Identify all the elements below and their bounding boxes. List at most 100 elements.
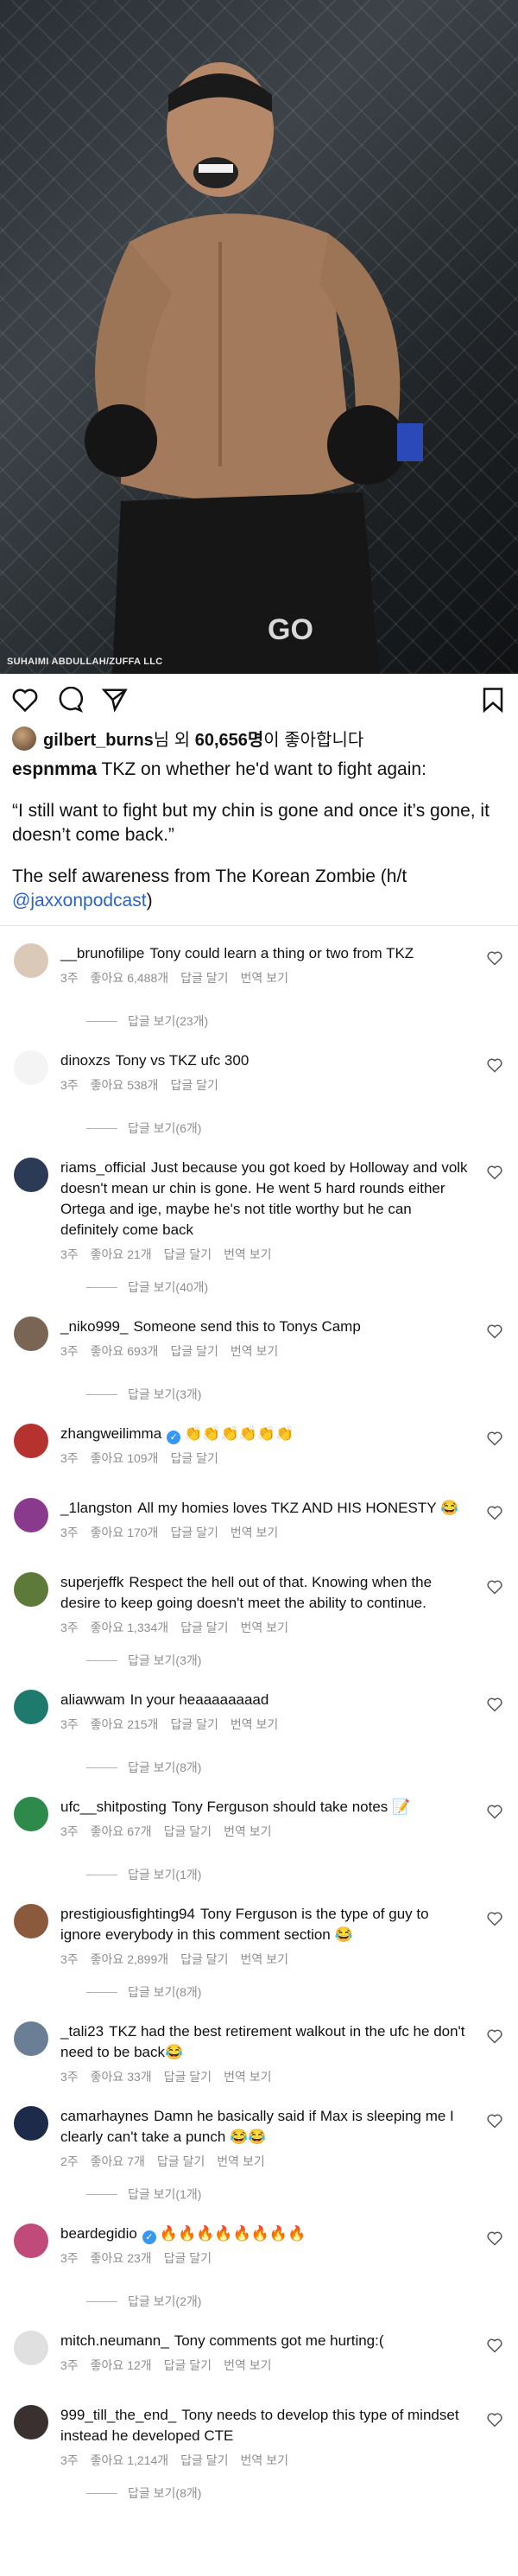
comment-likes[interactable]: 좋아요 109개 bbox=[91, 1450, 159, 1467]
reply-button[interactable]: 답글 달기 bbox=[164, 2357, 212, 2374]
comment-heart-icon[interactable] bbox=[487, 1697, 502, 1712]
view-replies-button[interactable]: 답글 보기(1개) bbox=[0, 1850, 518, 1895]
comment-likes[interactable]: 좋아요 2,899개 bbox=[91, 1951, 168, 1968]
translate-button[interactable]: 번역 보기 bbox=[241, 969, 288, 987]
reply-button[interactable]: 답글 달기 bbox=[180, 1619, 228, 1636]
reply-button[interactable]: 답글 달기 bbox=[164, 2249, 212, 2267]
reply-button[interactable]: 답글 달기 bbox=[180, 2452, 228, 2469]
view-replies-button[interactable]: 답글 보기(40개) bbox=[0, 1263, 518, 1308]
reply-button[interactable]: 답글 달기 bbox=[170, 1450, 218, 1467]
avatar[interactable] bbox=[14, 1498, 48, 1532]
avatar[interactable] bbox=[14, 2331, 48, 2365]
comment-heart-icon[interactable] bbox=[487, 1804, 502, 1819]
comment-likes[interactable]: 좋아요 1,214개 bbox=[91, 2452, 168, 2469]
post-image[interactable]: GO SUHAIMI ABDULLAH/ZUFFA LLC bbox=[0, 0, 518, 674]
comment-heart-icon[interactable] bbox=[487, 1911, 502, 1926]
translate-button[interactable]: 번역 보기 bbox=[241, 1619, 288, 1636]
comment-username[interactable]: camarhaynes bbox=[60, 2108, 148, 2124]
comment-heart-icon[interactable] bbox=[487, 1505, 502, 1520]
view-replies-button[interactable]: 답글 보기(6개) bbox=[0, 1104, 518, 1149]
avatar[interactable] bbox=[14, 1424, 48, 1458]
share-icon[interactable] bbox=[100, 685, 130, 714]
translate-button[interactable]: 번역 보기 bbox=[231, 1342, 278, 1360]
comment-icon[interactable] bbox=[55, 685, 85, 714]
comment-heart-icon[interactable] bbox=[487, 2338, 502, 2353]
comment-username[interactable]: aliawwam bbox=[60, 1691, 125, 1708]
comment-likes[interactable]: 좋아요 7개 bbox=[91, 2153, 145, 2170]
comment-heart-icon[interactable] bbox=[487, 2230, 502, 2246]
translate-button[interactable]: 번역 보기 bbox=[224, 2357, 271, 2374]
view-replies-button[interactable]: 답글 보기(8개) bbox=[0, 1968, 518, 2013]
comment-heart-icon[interactable] bbox=[487, 1164, 502, 1180]
comment-heart-icon[interactable] bbox=[487, 2028, 502, 2044]
comment-likes[interactable]: 좋아요 693개 bbox=[91, 1342, 159, 1360]
translate-button[interactable]: 번역 보기 bbox=[224, 1246, 271, 1263]
comment-username[interactable]: beardegidio bbox=[60, 2225, 137, 2242]
view-replies-button[interactable]: 답글 보기(1개) bbox=[0, 2170, 518, 2215]
translate-button[interactable]: 번역 보기 bbox=[224, 2068, 271, 2085]
comment-likes[interactable]: 좋아요 6,488개 bbox=[91, 969, 168, 987]
comment-likes[interactable]: 좋아요 215개 bbox=[91, 1716, 159, 1733]
avatar[interactable] bbox=[14, 2224, 48, 2258]
view-replies-button[interactable]: 답글 보기(3개) bbox=[0, 1370, 518, 1415]
view-replies-button[interactable]: 답글 보기(2개) bbox=[0, 2277, 518, 2322]
avatar[interactable] bbox=[14, 1572, 48, 1607]
view-replies-button[interactable]: 답글 보기(8개) bbox=[0, 1743, 518, 1788]
avatar[interactable] bbox=[14, 943, 48, 978]
comment-likes[interactable]: 좋아요 170개 bbox=[91, 1524, 159, 1541]
avatar[interactable] bbox=[14, 2021, 48, 2056]
comment-username[interactable]: prestigiousfighting94 bbox=[60, 1906, 195, 1922]
comment-username[interactable]: __brunofilipe bbox=[60, 945, 144, 961]
comment-heart-icon[interactable] bbox=[487, 1323, 502, 1339]
comment-heart-icon[interactable] bbox=[487, 950, 502, 966]
translate-button[interactable]: 번역 보기 bbox=[231, 1716, 278, 1733]
comment-username[interactable]: mitch.neumann_ bbox=[60, 2332, 169, 2349]
comment-heart-icon[interactable] bbox=[487, 2113, 502, 2129]
avatar[interactable] bbox=[14, 2405, 48, 2440]
translate-button[interactable]: 번역 보기 bbox=[241, 1951, 288, 1968]
caption-username[interactable]: espnmma bbox=[12, 759, 97, 779]
comment-likes[interactable]: 좋아요 1,334개 bbox=[91, 1619, 168, 1636]
reply-button[interactable]: 답글 달기 bbox=[170, 1524, 218, 1541]
view-replies-button[interactable]: 답글 보기(8개) bbox=[0, 2469, 518, 2514]
likes-count[interactable]: 60,656명 bbox=[195, 731, 264, 750]
avatar[interactable] bbox=[14, 1904, 48, 1938]
comment-username[interactable]: dinoxzs bbox=[60, 1052, 111, 1069]
liker-username[interactable]: gilbert_burns bbox=[43, 731, 154, 750]
translate-button[interactable]: 번역 보기 bbox=[241, 2452, 288, 2469]
heart-icon[interactable] bbox=[10, 685, 40, 714]
comment-username[interactable]: ufc__shitposting bbox=[60, 1799, 167, 1815]
comment-likes[interactable]: 좋아요 33개 bbox=[91, 2068, 152, 2085]
comment-likes[interactable]: 좋아요 23개 bbox=[91, 2249, 152, 2267]
avatar[interactable] bbox=[14, 1158, 48, 1192]
view-replies-button[interactable]: 답글 보기(23개) bbox=[0, 997, 518, 1042]
comment-likes[interactable]: 좋아요 12개 bbox=[91, 2357, 152, 2374]
translate-button[interactable]: 번역 보기 bbox=[224, 1823, 271, 1840]
comment-username[interactable]: _tali23 bbox=[60, 2023, 104, 2040]
reply-button[interactable]: 답글 달기 bbox=[170, 1076, 218, 1094]
reply-button[interactable]: 답글 달기 bbox=[180, 969, 228, 987]
comment-username[interactable]: 999_till_the_end_ bbox=[60, 2407, 176, 2423]
comment-heart-icon[interactable] bbox=[487, 1431, 502, 1446]
translate-button[interactable]: 번역 보기 bbox=[217, 2153, 264, 2170]
comment-username[interactable]: zhangweilimma bbox=[60, 1425, 161, 1442]
reply-button[interactable]: 답글 달기 bbox=[164, 1246, 212, 1263]
avatar[interactable] bbox=[14, 1050, 48, 1085]
bookmark-icon[interactable] bbox=[478, 685, 508, 714]
reply-button[interactable]: 답글 달기 bbox=[164, 2068, 212, 2085]
comment-heart-icon[interactable] bbox=[487, 1057, 502, 1073]
avatar[interactable] bbox=[14, 1690, 48, 1724]
comment-username[interactable]: superjeffk bbox=[60, 1574, 123, 1590]
caption-mention[interactable]: @jaxxonpodcast bbox=[12, 891, 147, 910]
avatar[interactable] bbox=[14, 2106, 48, 2141]
comment-username[interactable]: riams_official bbox=[60, 1159, 146, 1176]
avatar[interactable] bbox=[14, 1797, 48, 1831]
avatar[interactable] bbox=[12, 726, 36, 751]
comment-username[interactable]: _1langston bbox=[60, 1500, 132, 1516]
comment-likes[interactable]: 좋아요 21개 bbox=[91, 1246, 152, 1263]
reply-button[interactable]: 답글 달기 bbox=[170, 1342, 218, 1360]
comment-likes[interactable]: 좋아요 538개 bbox=[91, 1076, 159, 1094]
view-replies-button[interactable]: 답글 보기(3개) bbox=[0, 1636, 518, 1681]
avatar[interactable] bbox=[14, 1317, 48, 1351]
comment-likes[interactable]: 좋아요 67개 bbox=[91, 1823, 152, 1840]
